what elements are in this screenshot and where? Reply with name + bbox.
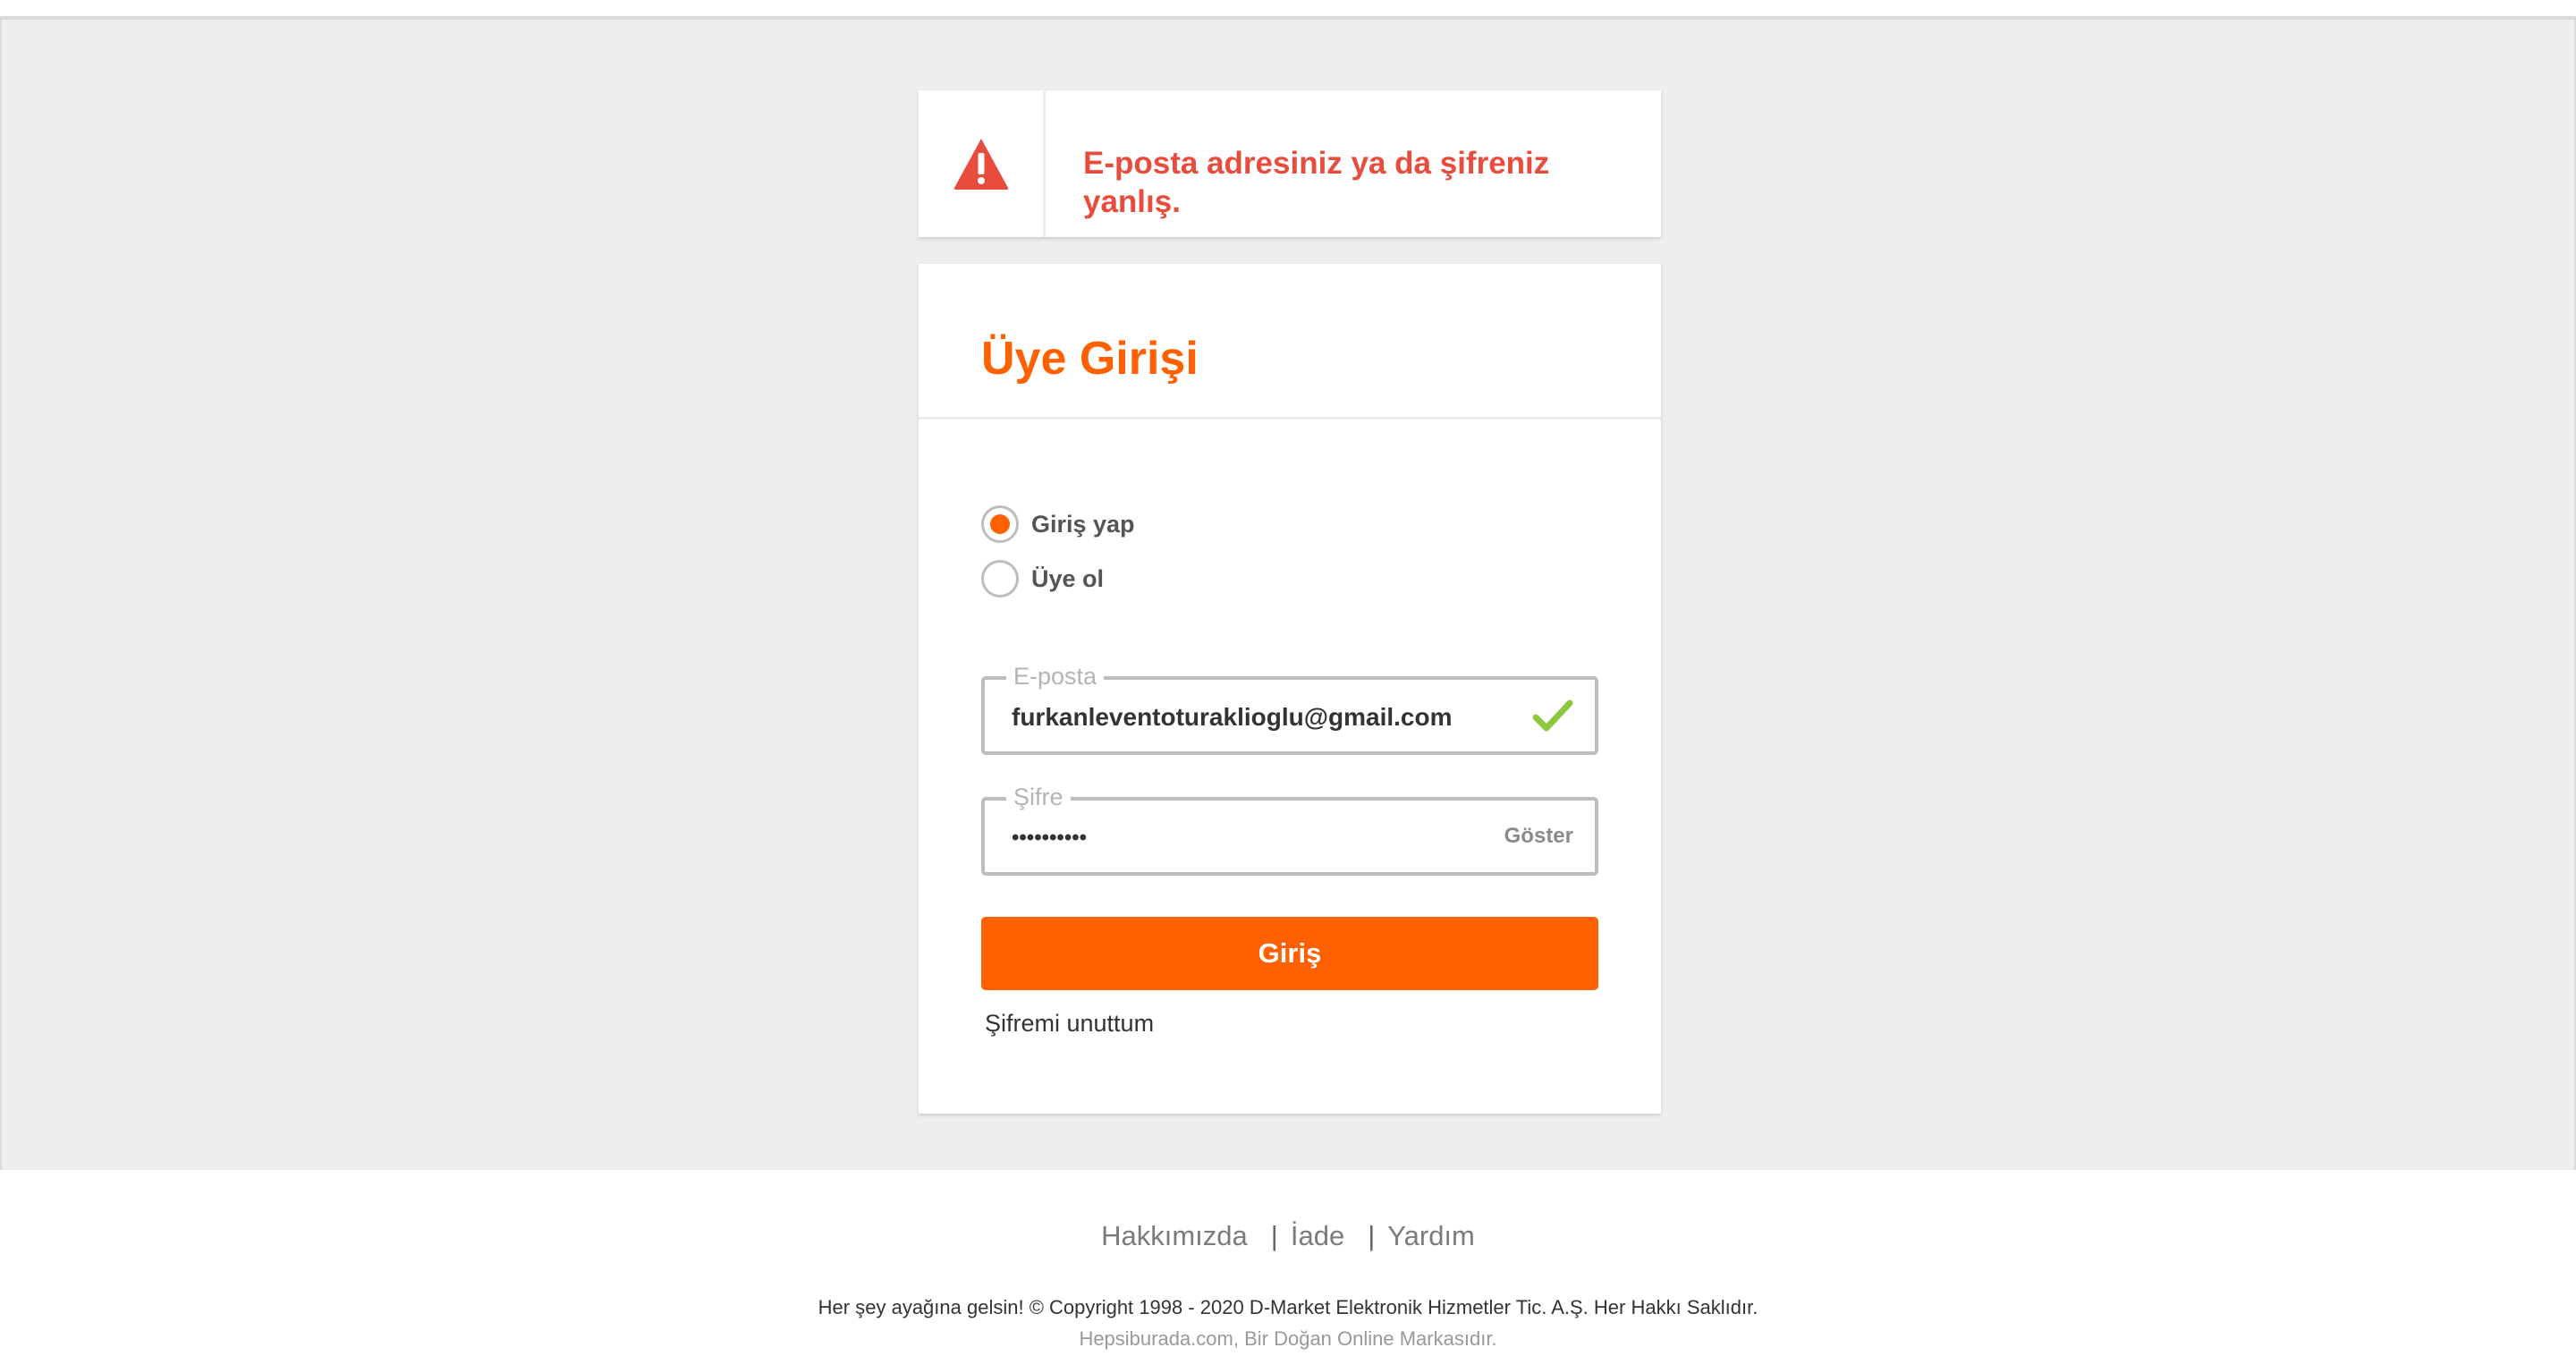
login-card: Üye Girişi Giriş yap Üye ol E-posta Şifr… [919, 264, 1661, 1114]
footer-links: Hakkımızda | İade | Yardım [0, 1220, 2576, 1252]
radio-login[interactable]: Giriş yap [981, 505, 1135, 543]
footer-separator: | [1270, 1220, 1278, 1251]
radio-login-label: Giriş yap [1031, 510, 1135, 538]
error-alert: E-posta adresiniz ya da şifreniz yanlış. [919, 90, 1661, 237]
footer-brand: Hepsiburada.com, Bir Doğan Online Markas… [1079, 1327, 1497, 1350]
password-field[interactable]: Şifre Göster [981, 783, 1598, 876]
password-input[interactable] [1012, 820, 1513, 856]
top-bar [0, 0, 2576, 20]
radio-button-unselected[interactable] [981, 560, 1019, 597]
page-title: Üye Girişi [981, 333, 1199, 385]
radio-dot [990, 514, 1010, 534]
radio-register-label: Üye ol [1031, 564, 1105, 592]
footer-separator: | [1368, 1220, 1376, 1251]
radio-register[interactable]: Üye ol [981, 560, 1104, 597]
footer-link-help[interactable]: Yardım [1387, 1220, 1475, 1252]
show-password-button[interactable]: Göster [1504, 824, 1573, 849]
alert-icon-box [919, 90, 1046, 237]
login-header: Üye Girişi [919, 264, 1661, 420]
radio-button-selected[interactable] [981, 505, 1019, 543]
checkmark-icon [1532, 699, 1573, 732]
alert-message: E-posta adresiniz ya da şifreniz yanlış. [1083, 146, 1550, 219]
password-field-label: Şifre [1006, 783, 1071, 815]
login-button[interactable]: Giriş [981, 917, 1598, 990]
forgot-password-link[interactable]: Şifremi unuttum [985, 1010, 1154, 1038]
email-input[interactable] [1012, 699, 1513, 735]
warning-triangle-icon [953, 139, 1008, 190]
footer-copyright: Her şey ayağına gelsin! © Copyright 1998… [818, 1296, 1758, 1318]
footer-link-about[interactable]: Hakkımızda [1101, 1220, 1248, 1252]
main-area: E-posta adresiniz ya da şifreniz yanlış.… [0, 20, 2576, 1170]
footer-link-return[interactable]: İade [1291, 1220, 1344, 1252]
email-field[interactable]: E-posta [981, 662, 1598, 755]
email-field-label: E-posta [1006, 662, 1105, 694]
